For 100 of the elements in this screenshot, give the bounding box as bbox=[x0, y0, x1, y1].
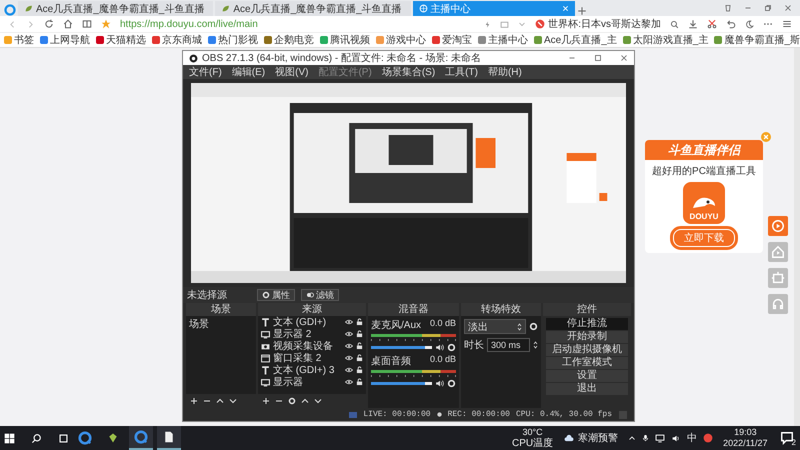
clock-time[interactable]: 19:03 bbox=[734, 427, 757, 438]
lock-icon[interactable] bbox=[356, 330, 363, 338]
windows-start-icon[interactable] bbox=[4, 432, 15, 444]
bookmark-link[interactable]: 书签 bbox=[14, 33, 34, 47]
network-icon[interactable] bbox=[655, 434, 666, 442]
menu-item[interactable]: 编辑(E) bbox=[232, 65, 266, 79]
lock-icon[interactable] bbox=[356, 354, 363, 362]
scissors-icon[interactable] bbox=[707, 19, 717, 29]
source-item[interactable]: 显示器 bbox=[273, 375, 303, 389]
input-method-indicator[interactable]: 中 bbox=[687, 431, 698, 445]
source-item[interactable]: 视频采集设备 bbox=[273, 339, 333, 353]
news-headline-link[interactable]: 世界杯:日本vs哥斯达黎加 bbox=[548, 17, 661, 31]
home-icon[interactable] bbox=[63, 19, 73, 29]
undo-icon[interactable] bbox=[726, 19, 736, 29]
duration-field[interactable]: 300 ms bbox=[487, 338, 530, 352]
menu-item[interactable]: 工具(T) bbox=[445, 65, 478, 79]
bookmark-link[interactable]: 京东商城 bbox=[162, 33, 202, 47]
source-item[interactable]: 文本 (GDI+) 3 bbox=[273, 363, 334, 377]
bookmark-link[interactable]: 企鹅电竞 bbox=[274, 33, 314, 47]
eye-icon[interactable] bbox=[345, 378, 353, 386]
menu-item[interactable]: 帮助(H) bbox=[488, 65, 522, 79]
reader-icon[interactable] bbox=[82, 19, 92, 29]
maximize-icon[interactable] bbox=[594, 54, 602, 62]
weather-alert[interactable]: 寒潮预警 bbox=[578, 431, 618, 445]
close-icon[interactable] bbox=[620, 54, 628, 62]
moon-icon[interactable] bbox=[745, 20, 754, 28]
task-view-icon[interactable] bbox=[58, 432, 69, 444]
taskbar-app[interactable] bbox=[157, 426, 181, 450]
lock-icon[interactable] bbox=[356, 318, 363, 326]
down-icon[interactable] bbox=[314, 397, 322, 405]
source-item[interactable]: 窗口采集 2 bbox=[273, 351, 322, 365]
control-button[interactable]: 退出 bbox=[546, 383, 628, 395]
bookmark-link[interactable]: 主播中心 bbox=[488, 33, 528, 47]
volume-slider[interactable] bbox=[371, 382, 432, 385]
properties-button[interactable]: 属性 bbox=[257, 289, 295, 301]
restore-icon[interactable] bbox=[764, 4, 772, 12]
lightning-icon[interactable] bbox=[484, 20, 492, 28]
bookmark-link[interactable]: 热门影视 bbox=[218, 33, 258, 47]
browser-icon bbox=[78, 431, 92, 445]
trash-icon[interactable] bbox=[724, 4, 732, 12]
menu-item[interactable]: 视图(V) bbox=[275, 65, 308, 79]
speaker-icon[interactable] bbox=[671, 434, 682, 442]
reload-icon[interactable] bbox=[44, 19, 54, 29]
document-icon bbox=[163, 430, 175, 444]
source-item[interactable]: 文本 (GDI+) bbox=[273, 316, 326, 329]
duration-label: 时长 bbox=[464, 338, 484, 352]
control-button[interactable]: 开始录制 bbox=[546, 331, 628, 343]
bookmark-link[interactable]: 魔兽争霸直播_斯 bbox=[724, 33, 800, 47]
control-button[interactable]: 停止推流 bbox=[546, 318, 628, 330]
chevron-up-icon[interactable] bbox=[628, 434, 636, 442]
bookmark-link[interactable]: 游戏中心 bbox=[386, 33, 426, 47]
microphone-icon[interactable] bbox=[642, 433, 650, 443]
filters-button[interactable]: 滤镜 bbox=[301, 289, 339, 301]
search-icon[interactable] bbox=[31, 432, 42, 444]
control-button[interactable]: 设置 bbox=[546, 370, 628, 382]
download-icon[interactable] bbox=[688, 19, 698, 29]
speaker-icon[interactable] bbox=[435, 343, 444, 352]
source-item[interactable]: 显示器 2 bbox=[273, 327, 312, 341]
eye-icon[interactable] bbox=[345, 354, 353, 362]
app-tray-icon[interactable] bbox=[703, 433, 714, 443]
lock-icon[interactable] bbox=[356, 366, 363, 374]
eye-icon[interactable] bbox=[345, 318, 353, 326]
add-icon[interactable] bbox=[262, 397, 270, 405]
star-icon[interactable] bbox=[101, 19, 111, 29]
eye-icon[interactable] bbox=[345, 366, 353, 374]
add-icon[interactable] bbox=[190, 397, 198, 405]
side-button[interactable] bbox=[768, 216, 788, 236]
lock-icon[interactable] bbox=[356, 378, 363, 386]
bookmark-link[interactable]: 腾讯视频 bbox=[330, 33, 370, 47]
close-icon[interactable] bbox=[784, 4, 792, 12]
bookmark-link[interactable]: Ace几兵直播_主 bbox=[544, 33, 617, 47]
down-icon[interactable] bbox=[229, 397, 237, 405]
menu-item[interactable]: 场景集合(S) bbox=[382, 65, 436, 79]
notification-icon[interactable] bbox=[780, 431, 794, 445]
up-icon[interactable] bbox=[301, 397, 309, 405]
transition-select[interactable]: 淡出 bbox=[464, 319, 526, 334]
up-icon[interactable] bbox=[216, 397, 224, 405]
clock-date[interactable]: 2022/11/27 bbox=[723, 438, 768, 449]
eye-icon[interactable] bbox=[345, 330, 353, 338]
bookmark-link[interactable]: 爱淘宝 bbox=[442, 33, 472, 47]
speaker-icon[interactable] bbox=[435, 379, 444, 388]
taskbar-app[interactable] bbox=[129, 426, 153, 450]
bookmark-link[interactable]: 上网导航 bbox=[50, 33, 90, 47]
menu-item[interactable]: 文件(F) bbox=[189, 65, 222, 79]
menu-icon[interactable] bbox=[782, 19, 792, 29]
control-button[interactable]: 启动虚拟摄像机 bbox=[546, 344, 628, 356]
address-field[interactable]: https://mp.douyu.com/live/main bbox=[120, 18, 258, 30]
browser-tab[interactable]: Ace几兵直播_魔兽争霸直播_斗鱼直播 bbox=[215, 1, 411, 16]
spin-arrows-icon[interactable] bbox=[533, 341, 538, 349]
eye-icon[interactable] bbox=[345, 342, 353, 350]
bookmark-link[interactable]: 太阳游戏直播_主 bbox=[632, 33, 708, 47]
lock-icon[interactable] bbox=[356, 342, 363, 350]
volume-slider[interactable] bbox=[371, 346, 432, 349]
bookmark-link[interactable]: 天猫精选 bbox=[106, 33, 146, 47]
new-tab-icon[interactable] bbox=[576, 6, 587, 16]
no-source-label: 未选择源 bbox=[187, 288, 227, 302]
browser-tab[interactable]: Ace几兵直播_魔兽争霸直播_斗鱼直播 bbox=[18, 1, 214, 16]
monitor-icon bbox=[261, 378, 270, 386]
control-button[interactable]: 工作室模式 bbox=[546, 357, 628, 369]
cloud-icon bbox=[563, 433, 576, 443]
